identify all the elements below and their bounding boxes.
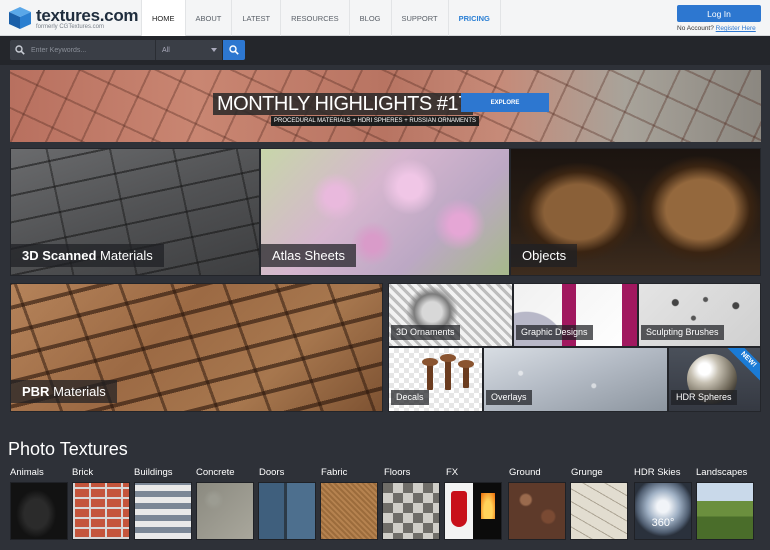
tile-label: Atlas Sheets [261, 244, 356, 267]
nav-pricing[interactable]: PRICING [447, 0, 501, 36]
thumb-hdr-skies[interactable]: 360° [634, 482, 692, 540]
main-nav: HOME ABOUT LATEST RESOURCES BLOG SUPPORT… [141, 0, 501, 36]
login-button[interactable]: Log In [677, 5, 761, 22]
search-icon [15, 45, 25, 55]
category-label-brick[interactable]: Brick [72, 467, 93, 478]
category-select[interactable]: All [155, 40, 222, 60]
top-navigation-bar: textures.com formerly CGTextures.com HOM… [0, 0, 770, 36]
tile-label: Graphic Designs [516, 325, 593, 340]
thumb-fx[interactable] [444, 482, 502, 540]
site-logo[interactable]: textures.com formerly CGTextures.com [8, 4, 139, 32]
photo-textures-heading: Photo Textures [8, 439, 128, 459]
nav-support[interactable]: SUPPORT [390, 0, 448, 36]
cube-logo-icon [9, 7, 31, 29]
tile-label: HDR Spheres [671, 390, 737, 405]
search-bar: All [0, 36, 770, 65]
tile-overlays[interactable]: Overlays [483, 347, 668, 412]
thumb-brick[interactable] [72, 482, 130, 540]
category-label-fabric[interactable]: Fabric [321, 467, 347, 478]
nav-about[interactable]: ABOUT [184, 0, 232, 36]
nav-latest[interactable]: LATEST [231, 0, 280, 36]
category-select-value: All [162, 46, 170, 54]
tile-atlas-sheets[interactable]: Atlas Sheets [260, 148, 510, 276]
tile-hdr-spheres[interactable]: NEW! HDR Spheres [668, 347, 761, 412]
tile-label: Sculpting Brushes [641, 325, 724, 340]
category-label-hdr-skies[interactable]: HDR Skies [634, 467, 680, 478]
tile-label-bold: PBR [22, 384, 50, 399]
thumb-doors[interactable] [258, 482, 316, 540]
monthly-highlights-banner[interactable]: MONTHLY HIGHLIGHTS #17 EXPLORE PROCEDURA… [10, 70, 761, 142]
thumb-ground[interactable] [508, 482, 566, 540]
category-label-floors[interactable]: Floors [384, 467, 410, 478]
search-icon [229, 45, 239, 55]
register-prompt: No Account? Register Here [677, 25, 756, 32]
fx-fire-shape [481, 493, 495, 519]
hdr-360-label: 360° [651, 517, 675, 529]
nav-blog[interactable]: BLOG [348, 0, 391, 36]
explore-button[interactable]: EXPLORE [461, 93, 549, 112]
category-label-landscapes[interactable]: Landscapes [696, 467, 747, 478]
category-label-ground[interactable]: Ground [509, 467, 541, 478]
nav-resources[interactable]: RESOURCES [280, 0, 349, 36]
tile-label: Objects [511, 244, 578, 267]
tile-decals[interactable]: Decals [388, 347, 483, 412]
caret-down-icon [211, 48, 217, 52]
logo-wordmark: textures.com [36, 6, 139, 25]
tile-label: Decals [391, 390, 429, 405]
tile-label: 3D Ornaments [391, 325, 460, 340]
tile-label: Overlays [486, 390, 532, 405]
tile-3d-scanned-materials[interactable]: 3D Scanned Materials [10, 148, 260, 276]
search-field[interactable] [10, 40, 155, 60]
tile-label: PBR Materials [11, 380, 117, 403]
category-label-buildings[interactable]: Buildings [134, 467, 173, 478]
nav-home[interactable]: HOME [141, 0, 185, 36]
decal-drip-shape [440, 354, 456, 390]
category-label-animals[interactable]: Animals [10, 467, 44, 478]
category-label-fx[interactable]: FX [446, 467, 458, 478]
tile-label-rest: Materials [49, 384, 106, 399]
category-label-grunge[interactable]: Grunge [571, 467, 603, 478]
tile-label-rest: Materials [96, 248, 153, 263]
thumb-animals[interactable] [10, 482, 68, 540]
category-label-doors[interactable]: Doors [259, 467, 284, 478]
tile-pbr-materials[interactable]: PBR Materials [10, 283, 383, 412]
tile-3d-ornaments[interactable]: 3D Ornaments [388, 283, 513, 347]
logo-subtitle: formerly CGTextures.com [36, 24, 105, 30]
search-input[interactable] [31, 46, 141, 54]
decal-drip-shape [422, 358, 438, 390]
tile-objects[interactable]: Objects [510, 148, 761, 276]
tile-sculpting-brushes[interactable]: Sculpting Brushes [638, 283, 761, 347]
category-label-concrete[interactable]: Concrete [196, 467, 235, 478]
no-account-text: No Account? [677, 25, 714, 32]
thumb-landscapes[interactable] [696, 482, 754, 540]
fx-drip-shape [451, 491, 467, 527]
register-link[interactable]: Register Here [716, 25, 756, 32]
decal-drip-shape [458, 360, 474, 388]
thumb-buildings[interactable] [134, 482, 192, 540]
thumb-floors[interactable] [382, 482, 440, 540]
thumb-concrete[interactable] [196, 482, 254, 540]
tile-graphic-designs[interactable]: Graphic Designs [513, 283, 638, 347]
thumb-grunge[interactable] [570, 482, 628, 540]
banner-title: MONTHLY HIGHLIGHTS #17 [213, 93, 473, 115]
thumb-fabric[interactable] [320, 482, 378, 540]
banner-subtitle: PROCEDURAL MATERIALS + HDRI SPHERES + RU… [271, 116, 480, 126]
tile-label-bold: 3D Scanned [22, 248, 97, 263]
tile-label: 3D Scanned Materials [11, 244, 164, 267]
search-button[interactable] [223, 40, 245, 60]
